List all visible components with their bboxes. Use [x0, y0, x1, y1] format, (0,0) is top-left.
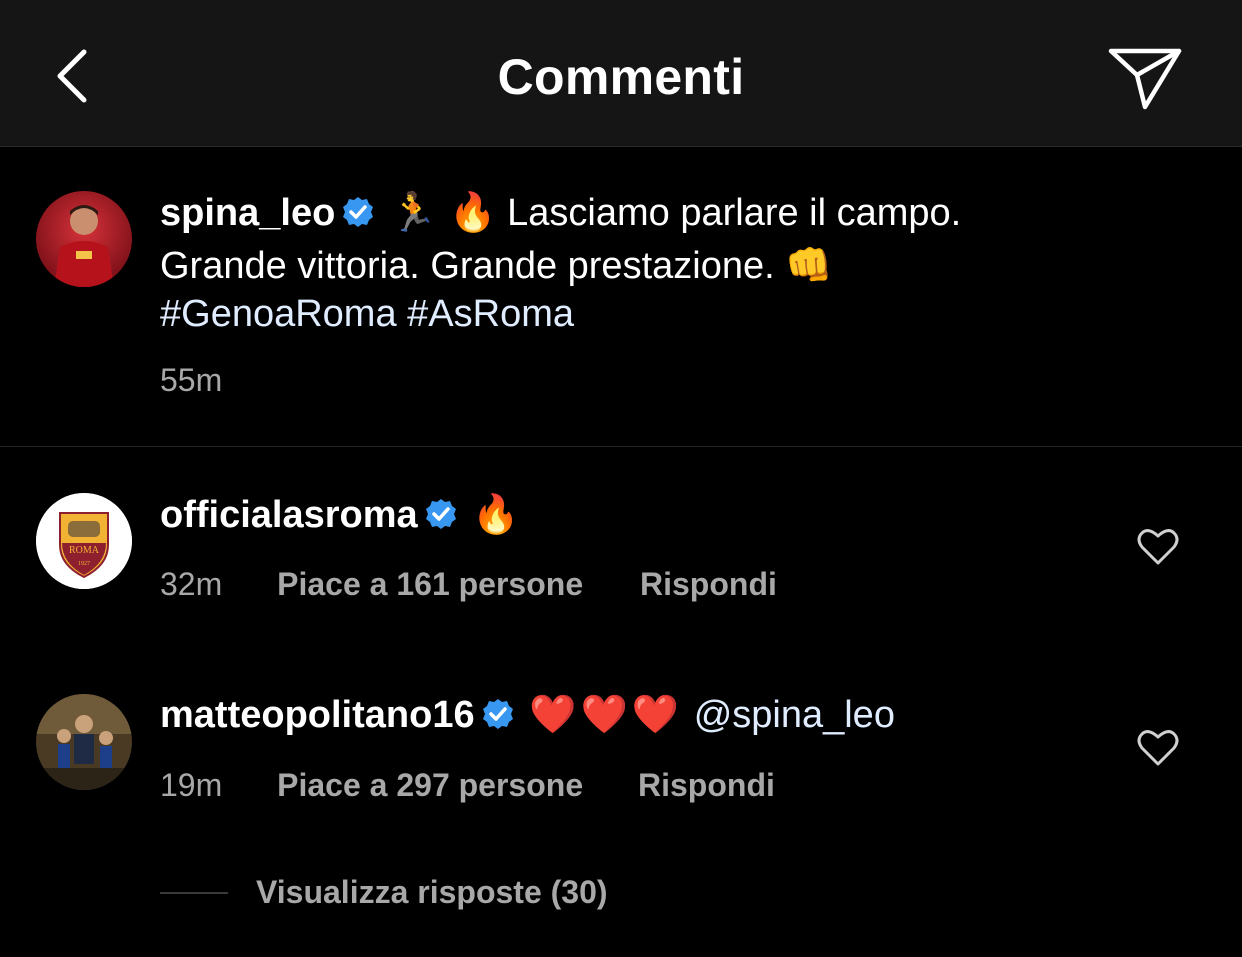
likes-count-link[interactable]: Piace a 297 persone	[277, 767, 583, 803]
replies-line-divider	[160, 891, 228, 894]
post-caption: spina_leo 🏃 🔥 Lasciamo parlare il campo.…	[160, 188, 1200, 338]
comment-emoji: 🔥	[472, 492, 520, 536]
hashtag-asroma[interactable]: #AsRoma	[407, 293, 574, 335]
verified-badge-icon	[481, 695, 515, 743]
share-button[interactable]	[1100, 38, 1190, 118]
fist-emoji: 👊	[785, 243, 833, 287]
as-roma-logo-icon: ROMA 1927	[36, 493, 132, 589]
comment-username[interactable]: officialasroma	[160, 494, 418, 536]
page-title: Commenti	[497, 49, 745, 105]
verified-badge-icon	[341, 193, 375, 241]
logo-year: 1927	[78, 561, 90, 567]
comment-meta: 32m Piace a 161 persone Rispondi	[160, 566, 777, 603]
caption-text-line1: Lasciamo parlare il campo.	[507, 192, 962, 234]
caption-hashtags: #GenoaRoma #AsRoma	[160, 293, 574, 335]
like-button[interactable]	[1136, 728, 1180, 768]
likes-count-link[interactable]: Piace a 161 persone	[277, 566, 583, 602]
reply-button[interactable]: Rispondi	[640, 566, 777, 602]
heart-icon	[1137, 529, 1179, 565]
comment-timestamp: 32m	[160, 566, 223, 602]
avatar-spina-leo[interactable]	[36, 191, 132, 287]
caption-text-line2: Grande vittoria. Grande prestazione.	[160, 245, 775, 287]
caption-emojis: 🏃 🔥	[389, 190, 497, 234]
comment-timestamp: 19m	[160, 767, 223, 803]
avatar-officialasroma[interactable]: ROMA 1927	[36, 493, 132, 589]
comment-meta: 19m Piace a 297 persone Rispondi	[160, 767, 775, 804]
view-replies-label: Visualizza risposte (30)	[256, 874, 608, 910]
caption-username[interactable]: spina_leo	[160, 192, 335, 234]
comment-body: officialasroma 🔥	[160, 490, 520, 543]
comment-emoji: ❤️❤️❤️	[529, 692, 684, 736]
user-photo-avatar	[36, 694, 132, 790]
direct-send-icon	[1108, 48, 1182, 110]
top-bar: Commenti	[0, 0, 1242, 147]
like-button[interactable]	[1136, 527, 1180, 567]
player-avatar-image	[36, 191, 132, 287]
logo-text: ROMA	[69, 545, 100, 556]
mention-link[interactable]: @spina_leo	[694, 694, 895, 736]
comment-body: matteopolitano16 ❤️❤️❤️ @spina_leo	[160, 690, 895, 743]
caption-timestamp: 55m	[160, 362, 223, 398]
comment-username[interactable]: matteopolitano16	[160, 694, 475, 736]
hashtag-genoaroma[interactable]: #GenoaRoma	[160, 293, 397, 335]
view-replies-button[interactable]: Visualizza risposte (30)	[160, 874, 608, 911]
verified-badge-icon	[424, 495, 458, 543]
avatar-matteopolitano16[interactable]	[36, 694, 132, 790]
heart-icon	[1137, 730, 1179, 766]
divider	[0, 446, 1242, 447]
reply-button[interactable]: Rispondi	[638, 767, 775, 803]
